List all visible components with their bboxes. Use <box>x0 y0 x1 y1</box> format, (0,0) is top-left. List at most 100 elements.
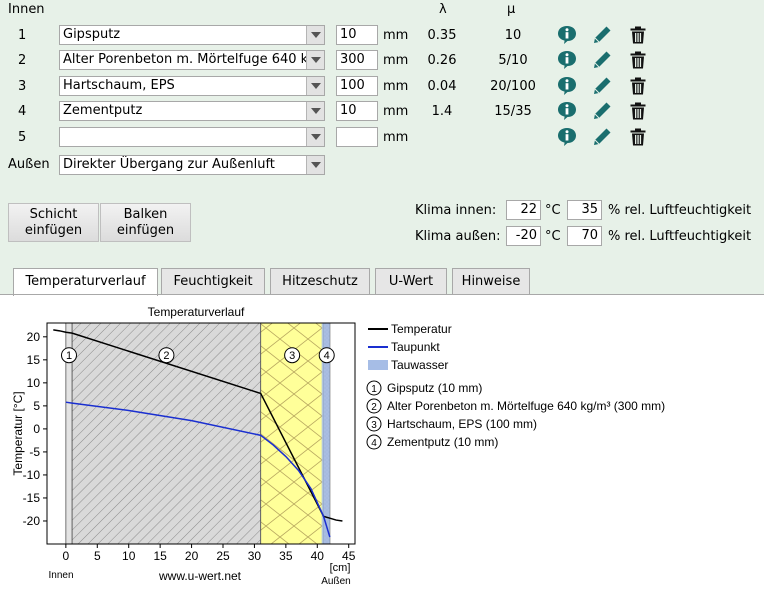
chart-title: Temperaturverlauf <box>148 305 245 319</box>
layer-lambda: 0.35 <box>427 28 457 43</box>
trash-icon[interactable] <box>628 127 648 147</box>
layer-legend-number: 4 <box>371 438 377 449</box>
chevron-down-icon[interactable] <box>306 51 324 69</box>
y-tick-label: 10 <box>27 376 41 390</box>
x-axis-unit: [cm] <box>330 562 351 574</box>
info-icon[interactable] <box>557 127 577 147</box>
y-axis-label: Temperatur [°C] <box>11 391 25 475</box>
x-right-label: Außen <box>321 576 350 587</box>
climate-inside-label: Klima innen: <box>415 203 497 218</box>
layer-thickness-input[interactable] <box>336 127 378 147</box>
legend-label: Temperatur <box>391 322 452 336</box>
layer-material-select[interactable] <box>59 127 325 147</box>
layer-legend-number: 2 <box>371 402 377 413</box>
pencil-icon[interactable] <box>592 76 612 96</box>
thickness-unit: mm <box>383 104 409 119</box>
chevron-down-icon[interactable] <box>306 128 324 146</box>
inside-temp-input[interactable]: 22 <box>506 200 541 220</box>
insert-beam-label-1: Balken <box>123 207 168 222</box>
x-tick-label: 45 <box>342 549 356 563</box>
watermark: www.u-wert.net <box>158 569 242 583</box>
pencil-icon[interactable] <box>592 101 612 121</box>
mu-header: μ <box>507 2 516 17</box>
tab-1[interactable]: Feuchtigkeit <box>161 268 265 295</box>
outside-rh-input[interactable]: 70 <box>567 226 602 246</box>
layer-mu: 10 <box>504 28 522 43</box>
layer-mu: 5/10 <box>498 53 528 68</box>
insert-layer-button[interactable]: Schicht einfügen <box>8 203 99 242</box>
tab-4[interactable]: Hinweise <box>452 268 530 295</box>
chevron-down-icon[interactable] <box>306 26 324 44</box>
inside-temp-unit: °C <box>545 203 561 218</box>
chevron-down-icon[interactable] <box>306 156 324 174</box>
info-icon[interactable] <box>557 50 577 70</box>
pencil-icon[interactable] <box>592 127 612 147</box>
layer-material-select[interactable]: Alter Porenbeton m. Mörtelfuge 640 kg/m³ <box>59 50 325 70</box>
layer-number-label: 3 <box>289 350 295 362</box>
thickness-unit: mm <box>383 28 409 43</box>
legend-label: Tauwasser <box>391 358 448 372</box>
outside-rh-unit: % rel. Luftfeuchtigkeit <box>608 229 752 244</box>
outside-transition-select[interactable]: Direkter Übergang zur Außenluft <box>59 155 325 175</box>
lambda-header: λ <box>439 2 447 17</box>
layer-mu: 15/35 <box>494 104 532 119</box>
inside-rh-unit: % rel. Luftfeuchtigkeit <box>608 203 752 218</box>
inside-rh-input[interactable]: 35 <box>567 200 602 220</box>
outside-temp-input[interactable]: -20 <box>506 226 541 246</box>
layer-number: 3 <box>18 79 27 94</box>
chevron-down-icon[interactable] <box>306 77 324 95</box>
thickness-unit: mm <box>383 53 409 68</box>
info-icon[interactable] <box>557 101 577 121</box>
layer-number: 1 <box>18 28 27 43</box>
trash-icon[interactable] <box>628 101 648 121</box>
x-tick-label: 5 <box>94 549 101 563</box>
tab-3[interactable]: U-Wert <box>375 268 447 295</box>
layer-thickness-input[interactable]: 100 <box>336 76 378 96</box>
trash-icon[interactable] <box>628 25 648 45</box>
pencil-icon[interactable] <box>592 25 612 45</box>
layer-number: 4 <box>18 104 27 119</box>
layer-number-label: 1 <box>66 350 72 362</box>
info-icon[interactable] <box>557 76 577 96</box>
layer-thickness-input[interactable]: 300 <box>336 50 378 70</box>
pencil-icon[interactable] <box>592 50 612 70</box>
y-tick-label: -20 <box>23 514 41 528</box>
tab-0[interactable]: Temperaturverlauf <box>13 268 158 296</box>
x-tick-label: 30 <box>248 549 262 563</box>
y-tick-label: -15 <box>23 491 41 505</box>
insert-layer-label-2: einfügen <box>24 223 83 238</box>
x-tick-label: 20 <box>185 549 199 563</box>
info-icon[interactable] <box>557 25 577 45</box>
layer-mu: 20/100 <box>490 79 536 94</box>
y-tick-label: 5 <box>33 399 40 413</box>
outside-temp-unit: °C <box>545 229 561 244</box>
layer-thickness-input[interactable]: 10 <box>336 25 378 45</box>
tab-2[interactable]: Hitzeschutz <box>270 268 370 295</box>
layer-number-label: 2 <box>163 350 169 362</box>
layer-material-value: Hartschaum, EPS <box>63 78 175 93</box>
legend-swatch-condensate <box>368 360 388 370</box>
layer-lambda: 0.04 <box>427 79 457 94</box>
layer-material-select[interactable]: Gipsputz <box>59 25 325 45</box>
thickness-unit: mm <box>383 130 409 145</box>
layer-material-select[interactable]: Zementputz <box>59 101 325 121</box>
temperature-chart: Temperaturverlauf -20 -15 -10 -5 0 5 10 15 20 0 5 10… <box>11 305 665 587</box>
x-left-label: Innen <box>48 570 73 581</box>
x-tick-label: 40 <box>311 549 325 563</box>
layer-material-select[interactable]: Hartschaum, EPS <box>59 76 325 96</box>
outside-label: Außen <box>8 157 50 172</box>
trash-icon[interactable] <box>628 76 648 96</box>
chevron-down-icon[interactable] <box>306 102 324 120</box>
insert-beam-button[interactable]: Balken einfügen <box>100 203 191 242</box>
insert-beam-label-2: einfügen <box>116 223 175 238</box>
outside-transition-value: Direkter Übergang zur Außenluft <box>63 157 275 172</box>
trash-icon[interactable] <box>628 50 648 70</box>
x-tick-label: 15 <box>153 549 167 563</box>
layer-thickness-input[interactable]: 10 <box>336 101 378 121</box>
y-tick-label: 0 <box>33 422 40 436</box>
layer-lambda: 1.4 <box>431 104 453 119</box>
layer-editor-panel: Innen λ μ 1 Gipsputz 10 mm 0.35 10 2 Alt… <box>0 0 764 296</box>
x-tick-label: 0 <box>63 549 70 563</box>
y-tick-label: 15 <box>27 353 41 367</box>
layer-legend-label: Hartschaum, EPS (100 mm) <box>387 417 537 431</box>
